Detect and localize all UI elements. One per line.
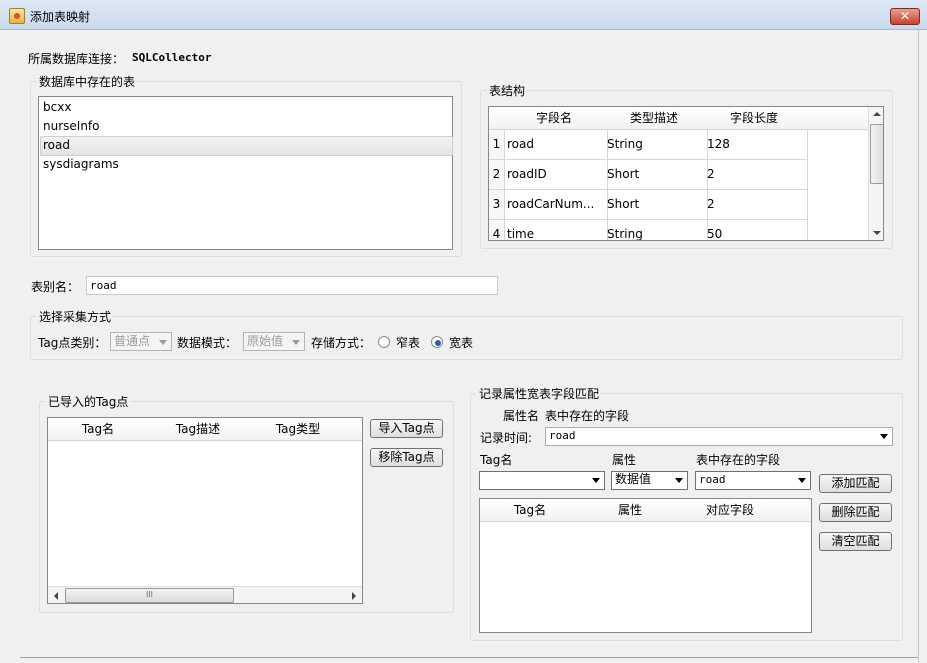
column-header[interactable]: 字段名 xyxy=(504,107,605,130)
tag-type-value: 普通点 xyxy=(114,334,151,348)
column-header[interactable]: Tag名 xyxy=(480,499,581,522)
cell-field-name[interactable]: road xyxy=(504,130,608,160)
chevron-down-icon xyxy=(159,340,167,345)
chevron-down-icon xyxy=(292,340,300,345)
scroll-right-icon[interactable] xyxy=(352,592,356,600)
column-header[interactable]: 对应字段 xyxy=(680,499,781,522)
add-match-button[interactable]: 添加匹配 xyxy=(819,474,892,493)
list-selection-highlight xyxy=(40,136,453,156)
alias-input[interactable]: road xyxy=(86,276,498,295)
chevron-down-icon xyxy=(880,434,888,439)
column-header[interactable]: 属性 xyxy=(580,499,681,522)
close-button[interactable]: ✕ xyxy=(890,8,920,25)
cell-length[interactable]: 2 xyxy=(704,190,808,220)
tag-name-label: Tag名 xyxy=(480,453,513,467)
imported-tags-title: 已导入的Tag点 xyxy=(46,393,131,410)
delete-match-button[interactable]: 删除匹配 xyxy=(819,503,892,522)
column-header-filler xyxy=(780,499,811,522)
column-header[interactable]: 类型描述 xyxy=(604,107,705,130)
column-header[interactable]: Tag描述 xyxy=(148,418,249,441)
row-number: 3 xyxy=(489,190,505,220)
cell-field-name[interactable]: roadID xyxy=(504,160,608,190)
radio-narrow-label[interactable]: 窄表 xyxy=(396,334,420,351)
tag-type-select: 普通点 xyxy=(110,332,172,351)
chevron-down-icon xyxy=(798,478,806,483)
corner-header xyxy=(489,107,505,130)
column-header-filler xyxy=(804,107,868,130)
scroll-down-icon[interactable] xyxy=(873,231,881,235)
bottom-divider xyxy=(20,657,918,658)
table-structure-title: 表结构 xyxy=(487,82,528,99)
db-tables-title: 数据库中存在的表 xyxy=(37,73,138,90)
cell-type[interactable]: String xyxy=(604,220,708,240)
attr-label: 属性 xyxy=(612,453,637,467)
cell-length[interactable]: 2 xyxy=(704,160,808,190)
cell-type[interactable]: String xyxy=(604,130,708,160)
scroll-thumb[interactable]: III xyxy=(65,588,234,603)
clear-match-button[interactable]: 清空匹配 xyxy=(819,532,892,551)
connection-label: 所属数据库连接： xyxy=(28,52,125,66)
record-time-select[interactable]: road xyxy=(545,427,893,446)
attr-value: 数据值 xyxy=(615,472,652,486)
radio-narrow[interactable] xyxy=(378,336,390,348)
connection-value: SQLCollector xyxy=(132,51,212,64)
cell-length[interactable]: 50 xyxy=(704,220,808,240)
data-mode-value: 原始值 xyxy=(247,334,284,348)
scroll-up-icon[interactable] xyxy=(873,112,881,116)
subheader-field: 表中存在的字段 xyxy=(545,409,630,423)
column-header-filler xyxy=(348,418,362,441)
db-tables-list[interactable]: bcxx nurseInfo road sysdiagrams xyxy=(38,96,453,250)
vertical-scrollbar[interactable] xyxy=(868,107,883,240)
scroll-thumb[interactable] xyxy=(870,124,883,184)
column-header[interactable]: Tag类型 xyxy=(248,418,349,441)
field-select[interactable]: road xyxy=(695,471,811,490)
subheader-attr: 属性名 xyxy=(503,409,540,423)
tag-name-select[interactable] xyxy=(479,471,605,490)
collect-mode-title: 选择采集方式 xyxy=(37,308,114,325)
data-mode-label: 数据模式： xyxy=(177,336,238,350)
data-mode-select: 原始值 xyxy=(243,332,305,351)
title-bar: 添加表映射 ✕ xyxy=(0,0,927,30)
tag-type-label: Tag点类别： xyxy=(38,336,107,350)
list-item[interactable]: sysdiagrams xyxy=(43,157,119,171)
row-number: 1 xyxy=(489,130,505,160)
cell-length[interactable]: 128 xyxy=(704,130,808,160)
field-value: road xyxy=(699,473,726,486)
chevron-down-icon xyxy=(675,478,683,483)
table-structure-grid[interactable]: 字段名 类型描述 字段长度 1 road String 128 2 roadID… xyxy=(488,106,884,241)
imported-tags-grid[interactable]: Tag名 Tag描述 Tag类型 III xyxy=(47,417,363,604)
import-tag-button[interactable]: 导入Tag点 xyxy=(370,419,443,438)
cell-type[interactable]: Short xyxy=(604,160,708,190)
column-header[interactable]: Tag名 xyxy=(48,418,149,441)
remove-tag-button[interactable]: 移除Tag点 xyxy=(370,448,443,467)
horizontal-scrollbar[interactable]: III xyxy=(48,586,362,603)
record-time-label: 记录时间: xyxy=(480,431,533,445)
window-title: 添加表映射 xyxy=(30,10,91,24)
cell-type[interactable]: Short xyxy=(604,190,708,220)
attr-select[interactable]: 数据值 xyxy=(611,471,688,490)
radio-selected-dot xyxy=(435,340,441,346)
cell-field-name[interactable]: time xyxy=(504,220,608,240)
list-item[interactable]: nurseInfo xyxy=(43,119,100,133)
scroll-left-icon[interactable] xyxy=(54,592,58,600)
match-grid[interactable]: Tag名 属性 对应字段 xyxy=(479,498,812,633)
list-item[interactable]: bcxx xyxy=(43,100,71,114)
app-icon xyxy=(9,8,25,24)
column-header[interactable]: 字段长度 xyxy=(704,107,805,130)
storage-label: 存储方式： xyxy=(311,336,372,350)
chevron-down-icon xyxy=(592,478,600,483)
window-edge xyxy=(918,30,919,663)
cell-field-name[interactable]: roadCarNum... xyxy=(504,190,608,220)
radio-wide[interactable] xyxy=(431,336,443,348)
alias-label: 表别名： xyxy=(31,280,80,294)
field-label: 表中存在的字段 xyxy=(696,453,781,467)
radio-wide-label[interactable]: 宽表 xyxy=(449,334,473,351)
row-number: 2 xyxy=(489,160,505,190)
row-number: 4 xyxy=(489,220,505,240)
wide-match-title: 记录属性宽表字段匹配 xyxy=(477,385,602,402)
record-time-value: road xyxy=(549,429,576,442)
list-item-selected[interactable]: road xyxy=(43,138,70,152)
